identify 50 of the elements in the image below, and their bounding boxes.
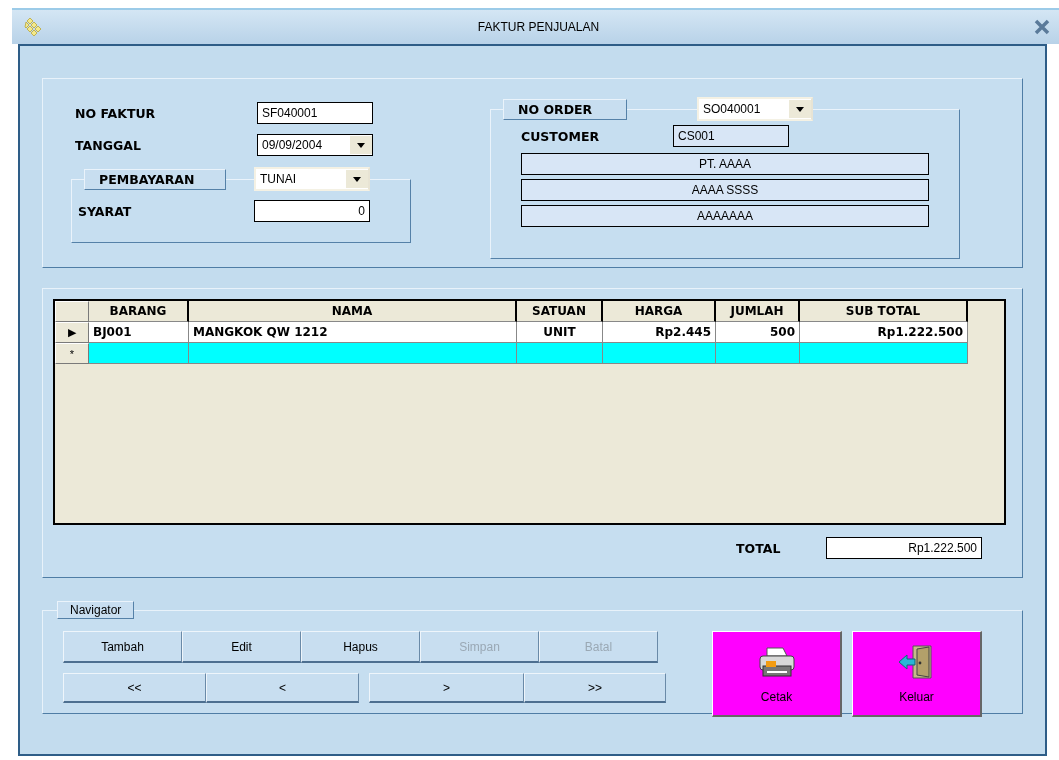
customer-info-field: AAAA SSSS [521, 179, 929, 201]
group-title: NO ORDER [503, 98, 627, 120]
action-button[interactable]: Keluar [852, 631, 982, 717]
navigation-button[interactable]: > [369, 673, 524, 703]
group-title: PEMBAYARAN [84, 168, 226, 190]
new-row-indicator: * [55, 343, 89, 364]
column-header[interactable]: JUMLAH [716, 301, 800, 322]
field-label: NO FAKTUR [75, 105, 157, 121]
table-cell[interactable] [716, 343, 800, 364]
table-cell[interactable] [800, 343, 968, 364]
navigation-button[interactable]: >> [524, 673, 666, 703]
table-cell[interactable] [603, 343, 716, 364]
column-header[interactable]: SUB TOTAL [800, 301, 968, 322]
field-label: CUSTOMER [521, 128, 601, 144]
customer-info-field: AAAAAAA [521, 205, 929, 227]
window-title: FAKTUR PENJUALAN [477, 20, 600, 34]
table-cell[interactable]: BJ001 [89, 322, 189, 343]
column-header[interactable]: BARANG [89, 301, 189, 322]
table-cell[interactable]: 500 [716, 322, 800, 343]
navigator-button[interactable]: Tambah [63, 631, 182, 663]
column-header[interactable]: SATUAN [517, 301, 603, 322]
navigation-button[interactable]: < [206, 673, 359, 703]
field-label: SYARAT [78, 203, 133, 219]
date-picker[interactable]: 09/09/2004 [257, 134, 373, 156]
table-cell[interactable] [189, 343, 517, 364]
table-cell[interactable] [89, 343, 189, 364]
navigator-button[interactable]: Edit [182, 631, 301, 663]
customer-info-field: PT. AAAA [521, 153, 929, 175]
customer-field: CS001 [673, 125, 789, 147]
group-title: Navigator [57, 601, 135, 619]
total-field: Rp1.222.500 [826, 537, 982, 559]
terms-field[interactable]: 0 [254, 200, 370, 222]
order-dropdown[interactable]: SO040001 [697, 97, 813, 121]
navigator-button[interactable]: Hapus [301, 631, 420, 663]
table-cell[interactable]: MANGKOK QW 1212 [189, 322, 517, 343]
payment-dropdown[interactable]: TUNAI [254, 167, 370, 191]
table-cell[interactable]: Rp2.445 [603, 322, 716, 343]
close-button[interactable] [1033, 18, 1051, 36]
row-indicator: ▶ [55, 322, 89, 343]
field-label: TANGGAL [75, 137, 142, 153]
action-button[interactable]: Cetak [712, 631, 842, 717]
diamonds-icon [24, 17, 44, 37]
invoice-number-field[interactable]: SF040001 [257, 102, 373, 124]
column-header[interactable]: HARGA [603, 301, 716, 322]
navigation-button[interactable]: << [63, 673, 206, 703]
total-label: TOTAL [736, 540, 782, 556]
table-cell[interactable] [517, 343, 603, 364]
column-header[interactable]: NAMA [189, 301, 517, 322]
table-cell[interactable]: UNIT [517, 322, 603, 343]
table-cell[interactable]: Rp1.222.500 [800, 322, 968, 343]
